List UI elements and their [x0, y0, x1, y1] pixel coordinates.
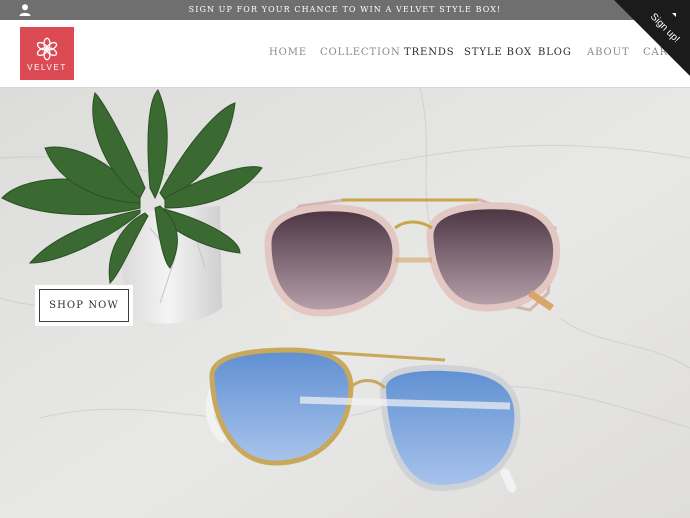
user-icon[interactable] [18, 3, 32, 17]
nav-style-box[interactable]: STYLE BOX [464, 47, 532, 58]
nav-collection[interactable]: COLLECTION [320, 47, 401, 58]
nav-blog[interactable]: BLOG [538, 47, 572, 58]
promo-bar: SIGN UP FOR YOUR CHANCE TO WIN A VELVET … [0, 0, 690, 20]
promo-text[interactable]: SIGN UP FOR YOUR CHANCE TO WIN A VELVET … [0, 0, 690, 20]
shop-now-button[interactable]: SHOP NOW [39, 289, 129, 322]
site-header: VELVET HOME COLLECTION TRENDS STYLE BOX … [0, 20, 690, 88]
nav-trends[interactable]: TRENDS [404, 47, 455, 58]
signup-corner-ribbon[interactable]: Sign up! [614, 0, 690, 76]
hero-banner: SHOP NOW [0, 88, 690, 518]
flower-icon [36, 37, 58, 61]
shop-now-frame: SHOP NOW [35, 285, 133, 326]
logo-wordmark: VELVET [27, 63, 67, 72]
velvet-logo[interactable]: VELVET [20, 27, 74, 80]
nav-home[interactable]: HOME [269, 47, 307, 58]
